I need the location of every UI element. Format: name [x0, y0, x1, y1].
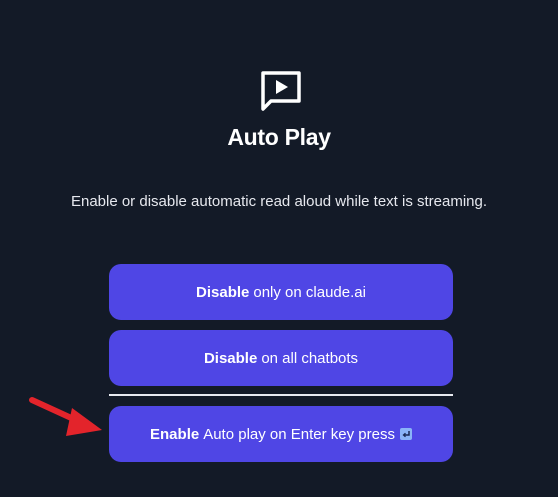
- button-bold-label: Enable: [150, 425, 200, 443]
- button-label: only on claude.ai: [253, 283, 366, 301]
- play-message-icon: [261, 71, 301, 111]
- divider: [109, 394, 453, 396]
- button-label: on all chatbots: [261, 349, 359, 367]
- disable-on-all-chatbots-button[interactable]: Disable on all chatbots: [109, 330, 453, 386]
- red-arrow-icon: [29, 397, 102, 436]
- button-bold-label: Disable: [203, 349, 258, 367]
- button-bold-label: Disable: [196, 283, 250, 301]
- auto-play-panel: Auto Play Enable or disable automatic re…: [0, 0, 558, 497]
- button-label: Auto play on Enter key press: [203, 425, 395, 443]
- page-title: Auto Play: [227, 124, 331, 150]
- enable-auto-play-enter-button[interactable]: Enable Auto play on Enter key press: [109, 406, 453, 462]
- disable-on-claude-button[interactable]: Disable only on claude.ai: [109, 264, 453, 320]
- description-text: Enable or disable automatic read aloud w…: [70, 193, 488, 210]
- enter-key-icon: [399, 428, 412, 440]
